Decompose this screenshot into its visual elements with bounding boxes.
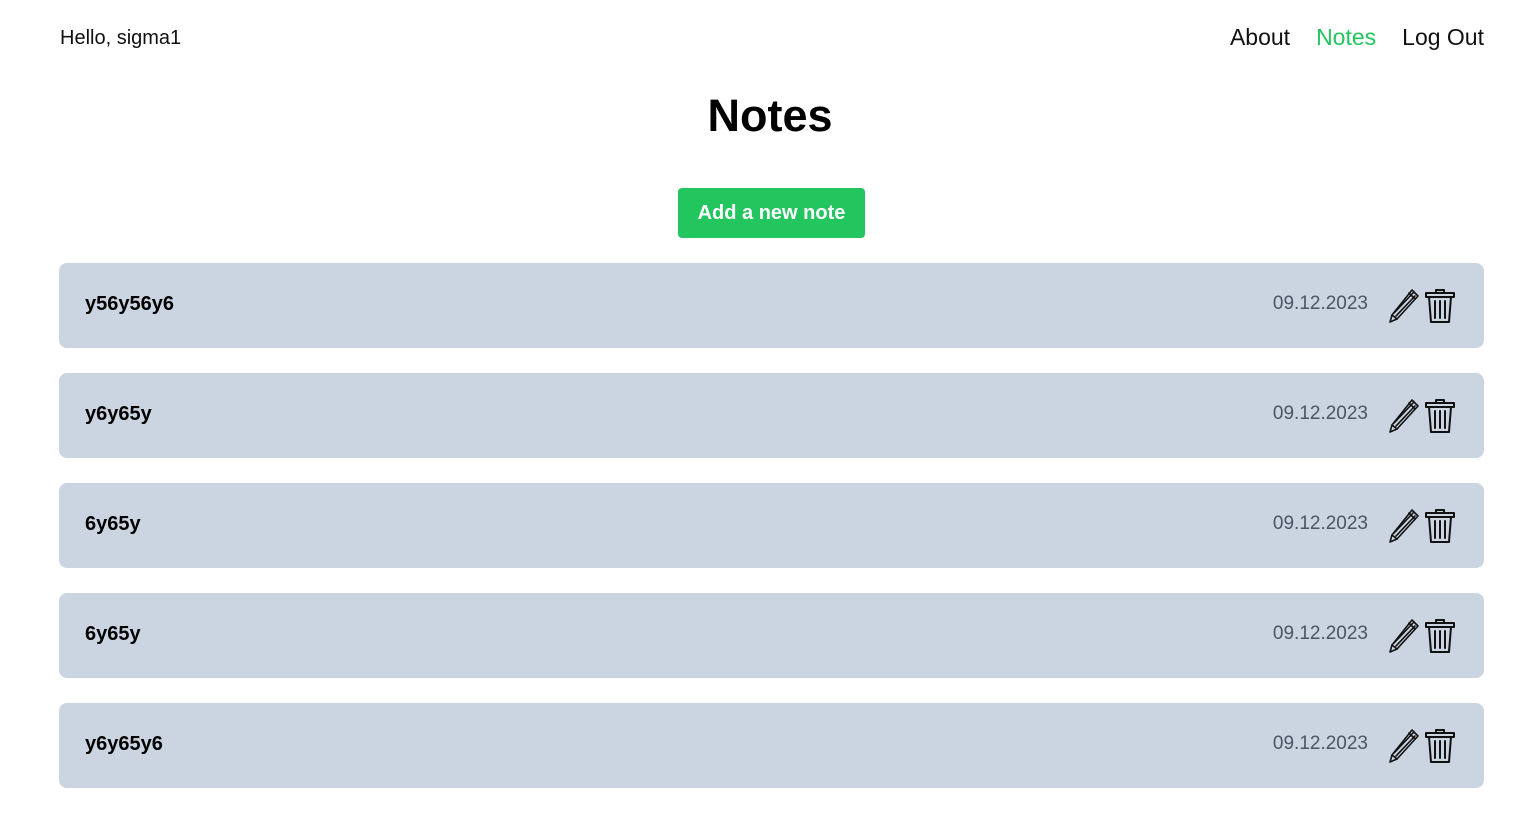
note-title: y6y65y: [85, 403, 152, 425]
trash-icon[interactable]: [1422, 727, 1458, 765]
trash-icon[interactable]: [1422, 617, 1458, 655]
trash-icon[interactable]: [1422, 507, 1458, 545]
pencil-icon[interactable]: [1386, 507, 1422, 545]
note-item[interactable]: y56y56y6 09.12.2023: [59, 263, 1484, 348]
note-date: 09.12.2023: [1272, 733, 1368, 754]
page-title: Notes: [707, 90, 833, 141]
nav-link-log-out[interactable]: Log Out: [1402, 23, 1484, 51]
pencil-icon[interactable]: [1386, 617, 1422, 655]
nav-link-about[interactable]: About: [1230, 23, 1290, 51]
pencil-icon[interactable]: [1386, 727, 1422, 765]
top-nav: About Notes Log Out: [1230, 23, 1484, 51]
note-date: 09.12.2023: [1272, 403, 1368, 424]
trash-icon[interactable]: [1422, 397, 1458, 435]
note-date: 09.12.2023: [1272, 293, 1368, 314]
nav-link-notes[interactable]: Notes: [1316, 23, 1376, 51]
note-item[interactable]: y6y65y6 09.12.2023: [59, 703, 1484, 788]
add-note-button[interactable]: Add a new note: [678, 188, 865, 238]
note-date: 09.12.2023: [1272, 513, 1368, 534]
note-date: 09.12.2023: [1272, 623, 1368, 644]
note-title: 6y65y: [85, 513, 141, 535]
pencil-icon[interactable]: [1386, 397, 1422, 435]
trash-icon[interactable]: [1422, 287, 1458, 325]
note-item[interactable]: 6y65y 09.12.2023: [59, 593, 1484, 678]
note-title: 6y65y: [85, 623, 141, 645]
note-item[interactable]: y6y65y 09.12.2023: [59, 373, 1484, 458]
note-title: y6y65y6: [85, 733, 163, 755]
pencil-icon[interactable]: [1386, 287, 1422, 325]
greeting-text: Hello, sigma1: [60, 27, 182, 49]
page: Hello, sigma1 About Notes Log Out Notes …: [0, 0, 1540, 826]
note-list: y56y56y6 09.12.2023 y6y65y 09.12.2023 6y…: [59, 263, 1484, 788]
note-title: y56y56y6: [85, 293, 174, 315]
note-item[interactable]: 6y65y 09.12.2023: [59, 483, 1484, 568]
